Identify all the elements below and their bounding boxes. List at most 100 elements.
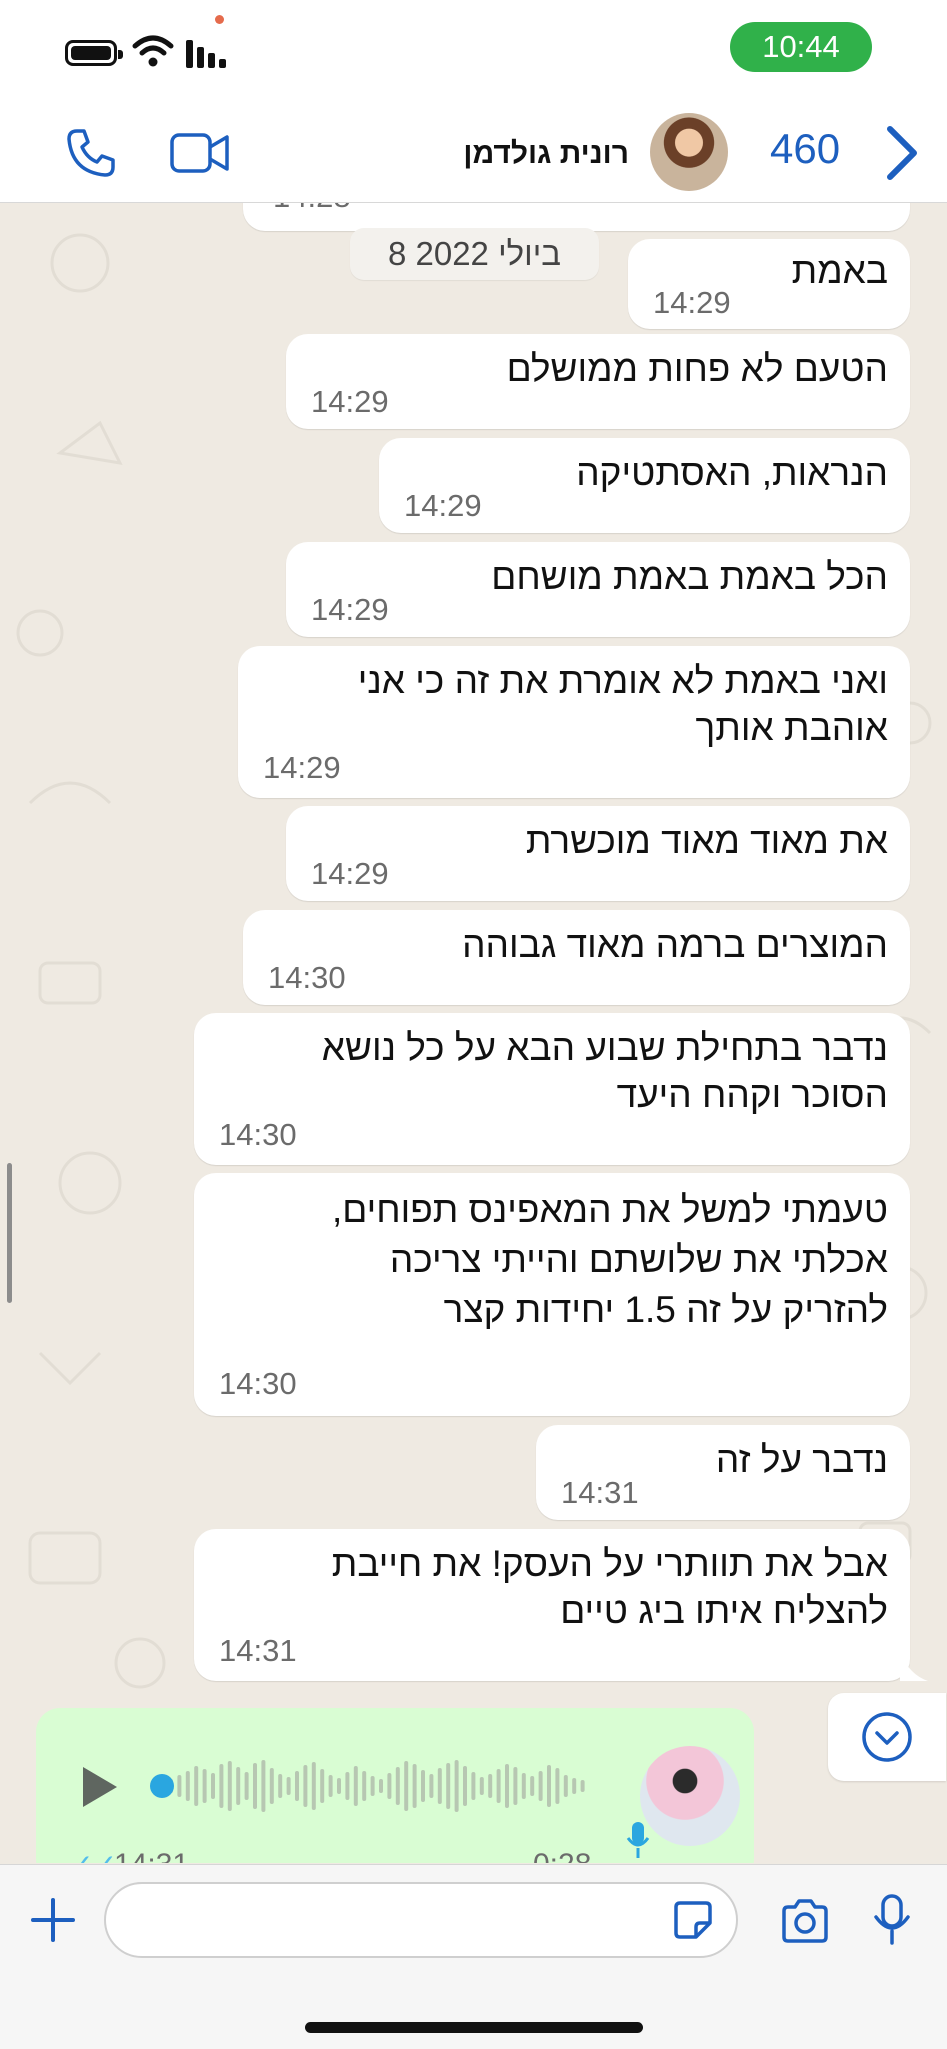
message-bubble[interactable]: נדבר בתחילת שבוע הבא על כל נושא הסוכר וק… (194, 1013, 910, 1165)
message-text: טעמתי למשל את המאפינס תפוחים, (331, 1189, 888, 1230)
message-time: 14:28 (273, 203, 351, 215)
voice-message-bubble[interactable]: ✓✓ 14:31 0:28 (36, 1708, 754, 1863)
scrollbar[interactable] (7, 1163, 12, 1303)
message-time: 14:29 (404, 488, 482, 523)
waveform-bar (471, 1772, 476, 1800)
waveform-bar (227, 1761, 232, 1811)
waveform-bar (513, 1767, 518, 1805)
waveform-bar (572, 1778, 577, 1794)
message-bubble[interactable]: טעמתי למשל את המאפינס תפוחים, אכלתי את ש… (194, 1173, 910, 1416)
waveform-bar (580, 1780, 585, 1792)
waveform-bar (395, 1767, 400, 1805)
cellular-signal-icon (186, 40, 226, 68)
waveform-bar (345, 1772, 350, 1800)
audio-position-dot[interactable] (150, 1774, 174, 1798)
message-text: להזריק על זה 1.5 יחידות קצר (443, 1289, 888, 1330)
sticker-icon[interactable] (672, 1899, 714, 1941)
waveform-bar (261, 1760, 266, 1812)
message-bubble[interactable]: את מאוד מאוד מוכשרת 14:29 (286, 806, 910, 901)
waveform-bar (177, 1775, 182, 1797)
waveform-bar (286, 1777, 291, 1795)
chevron-left-icon[interactable] (884, 125, 920, 181)
message-bubble[interactable]: הנראות, האסתטיקה 14:29 (379, 438, 910, 533)
audio-waveform[interactable] (151, 1756, 591, 1816)
waveform-bar (446, 1763, 451, 1809)
waveform-bar (303, 1765, 308, 1807)
plus-icon[interactable] (30, 1897, 76, 1943)
message-text: נדבר על זה (715, 1439, 888, 1480)
message-bubble[interactable]: ואני באמת לא אומרת את זה כי אני אוהבת או… (238, 646, 910, 798)
microphone-icon[interactable] (872, 1893, 912, 1945)
message-time: 14:29 (311, 856, 389, 891)
message-bubble[interactable]: הטעם לא פחות ממושלם 14:29 (286, 334, 910, 429)
bubble-tail-icon (900, 1653, 928, 1681)
message-bubble[interactable]: המוצרים ברמה מאוד גבוהה 14:30 (243, 910, 910, 1005)
waveform-bar (211, 1773, 215, 1799)
waveform-bar (278, 1774, 283, 1798)
waveform-bar (387, 1773, 392, 1799)
contact-avatar[interactable] (650, 113, 728, 191)
message-bubble[interactable]: נדבר על זה 14:31 (536, 1425, 910, 1520)
message-bubble[interactable]: באמת 14:29 (628, 239, 910, 329)
waveform-bar (538, 1771, 543, 1801)
message-time: 14:30 (219, 1117, 297, 1152)
play-icon[interactable] (81, 1765, 119, 1809)
waveform-bar (244, 1772, 249, 1800)
message-text: אוהבת אותך (695, 707, 888, 748)
message-text: ואני באמת לא אומרת את זה כי אני (357, 660, 888, 701)
voice-sender-avatar (640, 1746, 740, 1846)
waveform-bar (437, 1768, 442, 1804)
waveform-bar (429, 1774, 434, 1798)
chat-area[interactable]: 14:28 8 ביולי 2022 באמת 14:29 הטעם לא פח… (0, 203, 947, 1863)
waveform-bar (463, 1766, 467, 1806)
contact-name[interactable]: רונית גולדמן (463, 137, 629, 171)
message-text: באמת (791, 250, 888, 291)
message-time: 14:31 (561, 1475, 639, 1510)
scroll-to-bottom-button[interactable] (828, 1693, 946, 1781)
message-time: 14:30 (219, 1366, 297, 1401)
message-text: אכלתי את שלושתם והייתי צריכה (389, 1239, 888, 1280)
message-composer (0, 1864, 947, 2049)
unread-count[interactable]: 460 (770, 125, 840, 173)
read-receipt-icon: ✓✓ (70, 1848, 117, 1863)
message-bubble[interactable]: אבל את תוותרי על העסק! את חייבת להצליח א… (194, 1529, 910, 1681)
video-camera-icon[interactable] (170, 131, 230, 175)
waveform-bar (202, 1769, 207, 1803)
message-text: נדבר בתחילת שבוע הבא על כל נושא (321, 1027, 888, 1068)
waveform-bar (404, 1761, 409, 1811)
status-time: 10:44 (730, 22, 872, 72)
message-input[interactable] (104, 1882, 738, 1958)
waveform-bar (454, 1760, 459, 1812)
waveform-bar (488, 1774, 493, 1798)
waveform-bar (530, 1776, 535, 1796)
message-time: 14:29 (311, 592, 389, 627)
chevron-down-circle-icon[interactable] (860, 1710, 914, 1764)
waveform-bar (253, 1763, 257, 1809)
message-text: את מאוד מאוד מוכשרת (525, 820, 888, 861)
waveform-bar (194, 1766, 199, 1806)
waveform-bar (555, 1768, 560, 1804)
camera-icon[interactable] (780, 1899, 830, 1943)
voice-note-time: 14:31 (114, 1848, 189, 1863)
chat-header: רונית גולדמן 460 (0, 105, 947, 203)
waveform-bar (479, 1777, 484, 1795)
message-text: המוצרים ברמה מאוד גבוהה (462, 924, 888, 965)
waveform-bar (236, 1767, 241, 1805)
microphone-icon (626, 1822, 650, 1858)
message-bubble[interactable]: 14:28 (243, 203, 910, 231)
message-text: אבל את תוותרי על העסק! את חייבת (331, 1543, 888, 1584)
waveform-bar (563, 1775, 568, 1797)
waveform-bar (362, 1771, 367, 1801)
message-time: 14:29 (653, 285, 731, 320)
waveform-bar (521, 1773, 526, 1799)
waveform-bar (505, 1764, 509, 1808)
waveform-bar (353, 1766, 358, 1806)
message-text: הטעם לא פחות ממושלם (506, 348, 888, 389)
waveform-bar (219, 1764, 224, 1808)
date-separator: 8 ביולי 2022 (350, 228, 599, 280)
phone-icon[interactable] (65, 127, 117, 179)
waveform-bar (496, 1769, 501, 1803)
message-bubble[interactable]: הכל באמת באמת מושחם 14:29 (286, 542, 910, 637)
waveform-bar (337, 1778, 341, 1794)
waveform-bar (379, 1779, 383, 1793)
